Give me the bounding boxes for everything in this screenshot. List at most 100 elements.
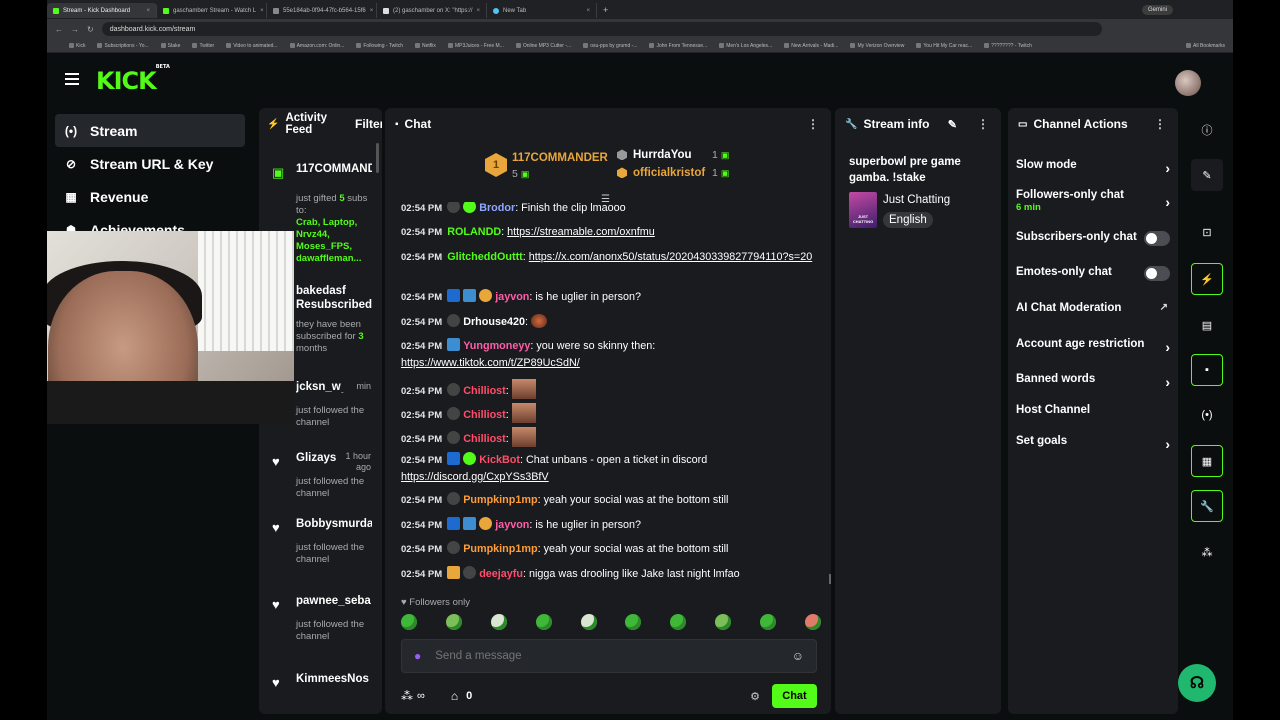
sidebar-item-revenue[interactable]: ▦ Revenue bbox=[55, 180, 245, 213]
layout-icon[interactable]: ▦ bbox=[1191, 445, 1223, 477]
bookmark-item[interactable]: You Hit My Car reac... bbox=[916, 43, 972, 49]
rank-badge: 1 bbox=[485, 153, 507, 177]
chat-message: 02:54 PM jayvon: is he uglier in person? bbox=[401, 517, 642, 531]
browser-tab[interactable]: 55e184ab-0f94-47fc-b564-15f6 × bbox=[267, 3, 377, 18]
back-icon[interactable]: ← bbox=[55, 25, 63, 34]
bookmark-item[interactable]: Following - Twitch bbox=[356, 43, 403, 49]
bookmark-item[interactable]: Amazon.com: Onlin... bbox=[290, 43, 345, 49]
bookmark-item[interactable]: Twitter bbox=[192, 43, 214, 49]
emote-icon[interactable] bbox=[670, 614, 687, 630]
category-thumbnail[interactable]: JUST CHATTING bbox=[849, 192, 877, 228]
emote-icon[interactable] bbox=[580, 614, 597, 630]
emoji-picker-icon[interactable]: ☺ bbox=[792, 649, 804, 663]
browser-tab[interactable]: (2) gaschamber on X: "https://× bbox=[377, 3, 487, 18]
gifter-entry[interactable]: officialkristof 1 ▣ bbox=[617, 167, 729, 179]
kebab-menu-icon[interactable]: ⋮ bbox=[1154, 117, 1166, 131]
bookmark-item[interactable]: Online MP3 Cutter -... bbox=[516, 43, 571, 49]
set-goals-row[interactable]: Set goals › bbox=[1016, 435, 1170, 452]
letterbox-left bbox=[0, 0, 47, 720]
browser-tab[interactable]: New Tab × bbox=[487, 3, 597, 18]
host-channel-row[interactable]: Host Channel bbox=[1016, 404, 1170, 416]
emote-icon[interactable] bbox=[535, 614, 552, 630]
followers-only-row[interactable]: Followers-only chat 6 min › bbox=[1016, 189, 1170, 213]
pencil-icon[interactable]: ✎ bbox=[1191, 159, 1223, 191]
document-icon[interactable]: ▤ bbox=[1191, 309, 1223, 341]
browser-tab[interactable]: Stream - Kick Dashboard × bbox=[47, 3, 157, 18]
emote-icon[interactable] bbox=[804, 614, 821, 630]
ai-moderation-row[interactable]: AI Chat Moderation ↗ bbox=[1016, 302, 1170, 314]
bookmark-item[interactable]: Men's Los Angeles... bbox=[719, 43, 772, 49]
sidebar-item-stream-url[interactable]: ⊘ Stream URL & Key bbox=[55, 147, 245, 180]
bookmark-item[interactable]: Subscriptions - Yo... bbox=[97, 43, 148, 49]
bookmark-item[interactable]: My Verizon Overview bbox=[850, 43, 904, 49]
channel-points-icon[interactable]: ⁂ bbox=[401, 689, 413, 703]
filter-button[interactable]: Filter bbox=[355, 117, 382, 131]
emotes-only-toggle[interactable] bbox=[1144, 266, 1170, 281]
microphone-icon[interactable]: ● bbox=[414, 649, 421, 663]
emote-icon[interactable] bbox=[625, 614, 642, 630]
gear-icon[interactable]: ⚙ bbox=[750, 690, 760, 703]
close-icon[interactable]: × bbox=[370, 8, 374, 14]
emote-icon[interactable] bbox=[445, 614, 462, 630]
bookmark-item[interactable]: osu-pps by grumd -... bbox=[583, 43, 637, 49]
feed-scrollbar[interactable] bbox=[376, 143, 379, 173]
window-blinds bbox=[198, 231, 294, 351]
lightning-icon[interactable]: ⚡ bbox=[1191, 263, 1223, 295]
screenshot-icon[interactable]: ⊡ bbox=[1191, 216, 1223, 248]
sidebar-item-stream[interactable]: (•) Stream bbox=[55, 114, 245, 147]
emote-icon[interactable] bbox=[401, 614, 417, 630]
emote-image bbox=[511, 427, 536, 447]
browser-tab[interactable]: gaschamberr Stream - Watch L × bbox=[157, 3, 267, 18]
chat-message: 02:54 PM deejayfu: nigga was drooling lik… bbox=[401, 566, 740, 580]
reload-icon[interactable]: ↻ bbox=[87, 25, 94, 34]
bookmark-item[interactable]: Netflix bbox=[415, 43, 436, 49]
category-name[interactable]: Just Chatting bbox=[883, 194, 950, 206]
kebab-menu-icon[interactable]: ⋮ bbox=[977, 117, 989, 131]
emote-icon[interactable] bbox=[760, 614, 776, 630]
gemini-button[interactable]: Gemini bbox=[1141, 4, 1173, 15]
bookmark-item[interactable]: Video to animated... bbox=[226, 43, 277, 49]
store-icon[interactable]: ⌂ bbox=[451, 689, 458, 703]
subscriber-badge-icon bbox=[479, 517, 493, 530]
rank-badge bbox=[617, 149, 627, 161]
chat-message: 02:54 PM Chilliost: bbox=[401, 403, 821, 424]
pencil-icon[interactable]: ✎ bbox=[948, 118, 957, 131]
close-icon[interactable]: × bbox=[146, 8, 150, 14]
forward-icon[interactable]: → bbox=[71, 25, 79, 34]
bookmark-item[interactable]: ???????? - Twitch bbox=[984, 43, 1032, 49]
slow-mode-row[interactable]: Slow mode › bbox=[1016, 159, 1170, 176]
emote-icon[interactable] bbox=[715, 614, 732, 630]
bookmark-item[interactable]: John From Tennesse... bbox=[649, 43, 707, 49]
close-icon[interactable]: × bbox=[477, 8, 481, 14]
emote-icon[interactable] bbox=[490, 614, 507, 630]
gifter-entry[interactable]: HurrdaYou 1 ▣ bbox=[617, 149, 729, 161]
chat-message-input[interactable] bbox=[435, 650, 766, 662]
wrench-icon[interactable]: 🔧 bbox=[1191, 490, 1223, 522]
account-age-row[interactable]: Account age restriction › bbox=[1016, 338, 1170, 355]
chrome-icon bbox=[493, 7, 499, 14]
gift-icon: ▣ bbox=[520, 169, 530, 179]
close-icon[interactable]: × bbox=[260, 8, 264, 14]
subscribers-only-toggle[interactable] bbox=[1144, 231, 1170, 246]
banned-words-row[interactable]: Banned words › bbox=[1016, 373, 1170, 390]
kebab-menu-icon[interactable]: ⋮ bbox=[807, 117, 819, 131]
avatar[interactable] bbox=[1175, 70, 1201, 96]
info-icon[interactable]: ⓘ bbox=[1191, 114, 1223, 146]
bookmark-item[interactable]: Kick bbox=[69, 43, 85, 49]
bookmarks-bar: Kick Subscriptions - Yo... Stake Twitter… bbox=[47, 39, 1233, 53]
bookmark-item[interactable]: New Arrivals - Madi... bbox=[784, 43, 838, 49]
kick-logo[interactable]: KICKBETA bbox=[96, 64, 170, 95]
help-headset-button[interactable]: ☊ bbox=[1178, 664, 1216, 702]
menu-icon[interactable] bbox=[65, 73, 79, 85]
chat-icon[interactable]: ▪ bbox=[1191, 354, 1223, 386]
close-icon[interactable]: × bbox=[586, 8, 590, 14]
bookmark-item[interactable]: MP3Juices - Free M... bbox=[448, 43, 504, 49]
bookmark-item[interactable]: Stake bbox=[161, 43, 181, 49]
new-tab-button[interactable]: + bbox=[603, 5, 608, 15]
dots-cluster-icon[interactable]: ⁂ bbox=[1191, 536, 1223, 568]
chat-scrollbar[interactable] bbox=[829, 574, 831, 584]
url-field[interactable]: dashboard.kick.com/stream bbox=[101, 22, 1102, 36]
broadcast-icon[interactable]: (•) bbox=[1191, 399, 1223, 431]
send-chat-button[interactable]: Chat bbox=[772, 684, 817, 708]
all-bookmarks[interactable]: All Bookmarks bbox=[1186, 43, 1225, 49]
